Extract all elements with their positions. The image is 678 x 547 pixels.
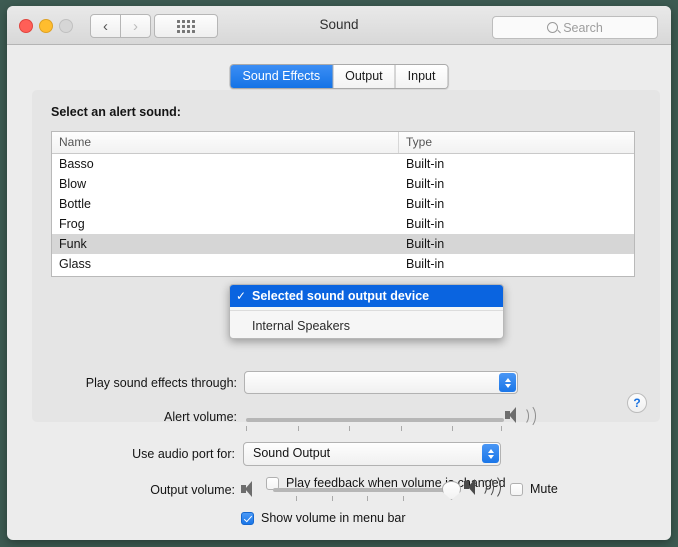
output-volume-ticks (273, 496, 451, 501)
sound-effects-panel: Select an alert sound: Name Type Basso B… (32, 90, 660, 490)
tab-bar-zone: Sound Effects Output Input (7, 45, 671, 89)
table-row[interactable]: Basso Built-in (52, 154, 634, 174)
output-volume-track (273, 488, 451, 492)
cell-type: Built-in (406, 177, 445, 191)
table-header-row: Name Type (52, 132, 634, 154)
alert-volume-speaker-icon (505, 404, 536, 428)
alert-sound-table[interactable]: Name Type Basso Built-in Blow Built-in B… (51, 131, 635, 277)
play-sound-effects-through-label: Play sound effects through: (85, 376, 237, 390)
select-alert-sound-label: Select an alert sound: (51, 105, 181, 119)
table-row[interactable]: Frog Built-in (52, 214, 634, 234)
menu-item-internal-speakers[interactable]: Internal Speakers (230, 314, 503, 338)
checkbox-unchecked-icon (510, 482, 523, 496)
cell-type: Built-in (406, 257, 445, 271)
menu-item-label: Selected sound output device (252, 289, 430, 303)
use-audio-port-for-popup[interactable]: Sound Output (243, 442, 501, 466)
volume-min-speaker-icon (241, 480, 257, 498)
play-sound-effects-through-popup[interactable] (244, 371, 518, 394)
cell-name: Glass (59, 257, 91, 271)
cell-type: Built-in (406, 237, 445, 251)
mute-label: Mute (530, 482, 558, 496)
table-row-selected[interactable]: Funk Built-in (52, 234, 634, 254)
checkmark-icon: ✓ (235, 289, 247, 303)
alert-volume-track (246, 418, 504, 422)
popup-arrows-icon (499, 373, 516, 392)
output-volume-label: Output volume: (150, 483, 235, 497)
use-audio-port-for-value: Sound Output (253, 446, 331, 460)
alert-volume-ticks (246, 426, 504, 431)
checkbox-checked-icon (241, 511, 254, 525)
use-audio-port-for-label: Use audio port for: (132, 447, 235, 461)
cell-type: Built-in (406, 197, 445, 211)
search-icon (547, 22, 559, 33)
table-row[interactable]: Glass Built-in (52, 254, 634, 274)
play-sound-effects-through-menu[interactable]: ✓ Selected sound output device Internal … (229, 284, 504, 339)
menu-separator (230, 310, 503, 311)
cell-name: Funk (59, 237, 87, 251)
mute-checkbox[interactable]: Mute (510, 482, 558, 496)
menu-item-label: Internal Speakers (252, 319, 350, 333)
popup-arrows-icon (482, 444, 499, 463)
cell-name: Frog (59, 217, 85, 231)
search-placeholder: Search (563, 20, 603, 35)
cell-type: Built-in (406, 157, 445, 171)
tab-sound-effects[interactable]: Sound Effects (230, 65, 334, 88)
table-row[interactable]: Bottle Built-in (52, 194, 634, 214)
tab-output[interactable]: Output (333, 65, 396, 88)
column-header-type[interactable]: Type (399, 132, 634, 153)
window-titlebar: ‹ › Sound Search (7, 6, 671, 45)
search-input[interactable]: Search (492, 16, 658, 39)
show-volume-menu-bar-checkbox[interactable]: Show volume in menu bar (241, 511, 406, 525)
cell-type: Built-in (406, 217, 445, 231)
menu-item-selected-sound-output-device[interactable]: ✓ Selected sound output device (230, 285, 503, 307)
cell-name: Blow (59, 177, 87, 191)
tab-input[interactable]: Input (395, 65, 448, 88)
cell-name: Bottle (59, 197, 91, 211)
alert-volume-label: Alert volume: (164, 410, 237, 424)
sound-preferences-window: ‹ › Sound Search Sound Effects Output In… (7, 6, 671, 540)
tab-bar: Sound Effects Output Input (229, 64, 449, 89)
volume-max-speaker-icon (464, 474, 501, 500)
table-row[interactable]: Blow Built-in (52, 174, 634, 194)
help-button[interactable]: ? (627, 393, 647, 413)
cell-name: Basso (59, 157, 94, 171)
show-volume-menu-bar-label: Show volume in menu bar (261, 511, 406, 525)
column-header-name[interactable]: Name (52, 132, 399, 153)
